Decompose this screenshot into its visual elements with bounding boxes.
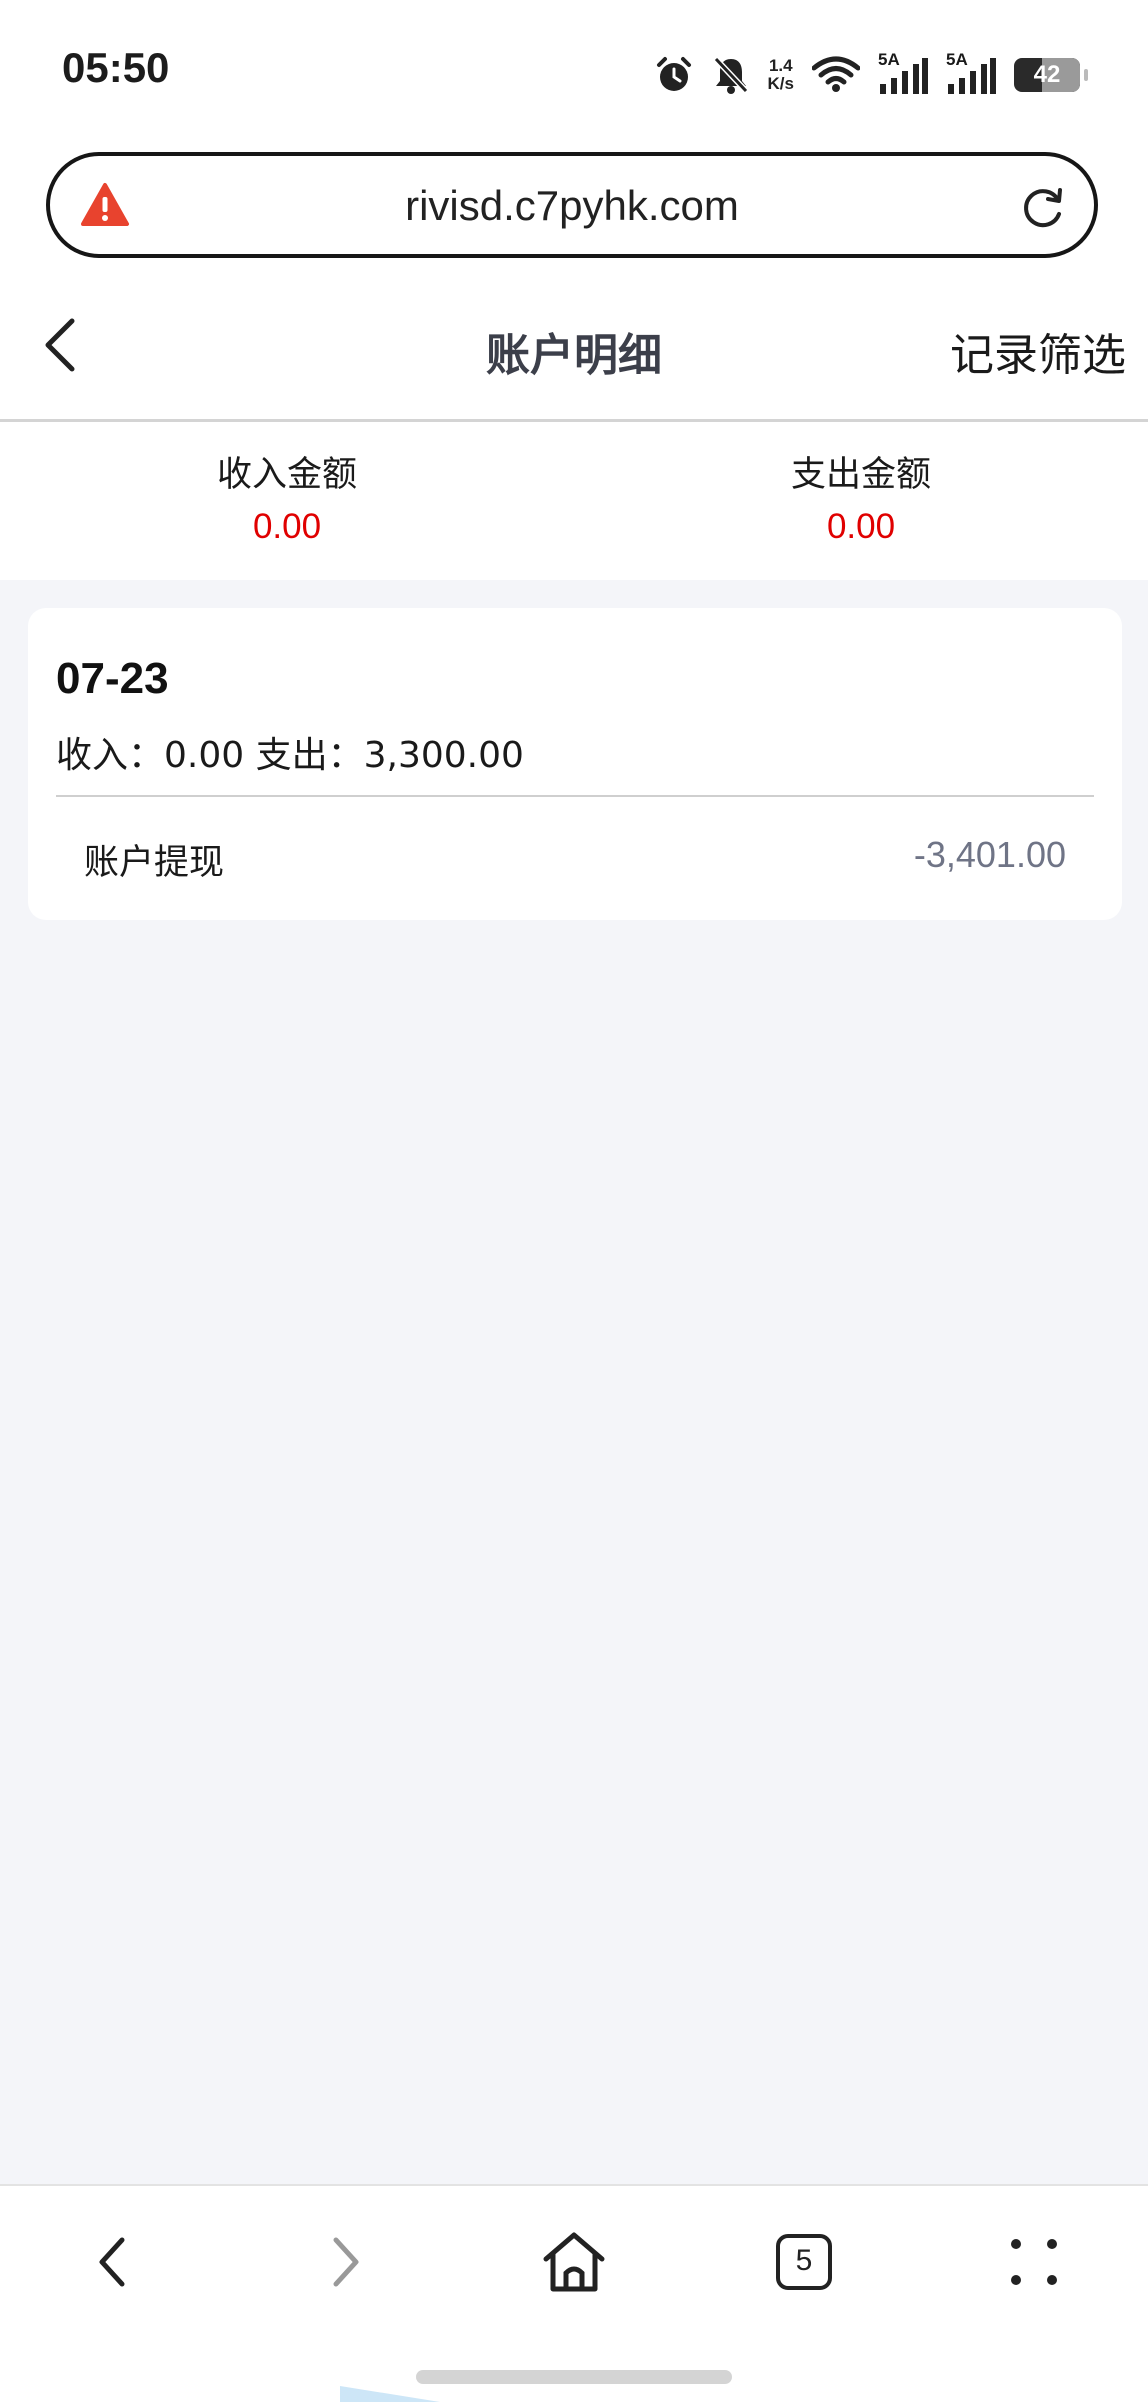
net-speed-unit: K/s — [767, 74, 794, 93]
record-item-amount: -3,401.00 — [913, 834, 1066, 875]
summary-panel: 收入金额 0.00 支出金额 0.00 — [0, 422, 1148, 580]
expense-label: 支出金额 — [790, 455, 931, 495]
mute-bell-icon — [713, 56, 748, 94]
forward-icon — [333, 2237, 359, 2287]
net-speed-value: 1.4 — [768, 56, 793, 75]
income-label: 收入金额 — [216, 455, 357, 495]
signal-2-label: 5A — [946, 50, 968, 69]
wifi-icon — [812, 56, 860, 92]
signal-1-label: 5A — [878, 50, 900, 69]
reload-icon[interactable] — [1018, 182, 1068, 232]
income-summary: 收入金额 0.00 — [0, 446, 574, 547]
back-icon — [99, 2237, 125, 2287]
more-icon — [1011, 2239, 1057, 2285]
url-text[interactable]: rivisd.c7pyhk.com — [50, 182, 1094, 230]
forward-button[interactable] — [296, 2222, 396, 2302]
battery-icon: 42 — [1014, 58, 1088, 92]
tabs-button[interactable]: 5 — [754, 2222, 854, 2302]
home-icon — [543, 2232, 605, 2292]
net-speed: 1.4 K/s — [768, 57, 794, 93]
signal-2: 5A — [946, 50, 996, 94]
browser-url-area: rivisd.c7pyhk.com — [0, 140, 1148, 285]
signal-1: 5A — [878, 50, 928, 94]
tab-count: 5 — [795, 2244, 813, 2277]
more-button[interactable] — [984, 2222, 1084, 2302]
expense-summary: 支出金额 0.00 — [574, 446, 1148, 547]
status-time: 05:50 — [62, 44, 170, 91]
alarm-icon — [656, 57, 691, 91]
income-value: 0.00 — [252, 507, 322, 546]
battery-value: 42 — [1033, 61, 1061, 88]
url-bar[interactable]: rivisd.c7pyhk.com — [46, 152, 1098, 258]
status-bar: 05:50 1.4 K/s 5A 5A 42 — [0, 0, 1148, 140]
record-item-label: 账户提现 — [84, 843, 225, 883]
record-date: 07-23 — [56, 654, 169, 703]
home-indicator[interactable] — [416, 2370, 732, 2384]
divider — [56, 795, 1094, 797]
record-daily-summary: 收入：0.00 支出：3,300.00 — [56, 735, 524, 776]
page-header: 账户明细 记录筛选 — [0, 285, 1148, 422]
record-card: 07-23 收入：0.00 支出：3,300.00 账户提现 -3,401.00 — [28, 608, 1122, 920]
expense-value: 0.00 — [826, 507, 896, 546]
status-icons: 1.4 K/s 5A 5A 42 — [654, 50, 1088, 98]
home-button[interactable] — [524, 2222, 624, 2302]
browser-bottom-bar: 5 — [0, 2184, 1148, 2402]
back-button[interactable] — [62, 2222, 162, 2302]
filter-button[interactable]: 记录筛选 — [950, 319, 1126, 383]
tabs-icon: 5 — [776, 2234, 832, 2290]
